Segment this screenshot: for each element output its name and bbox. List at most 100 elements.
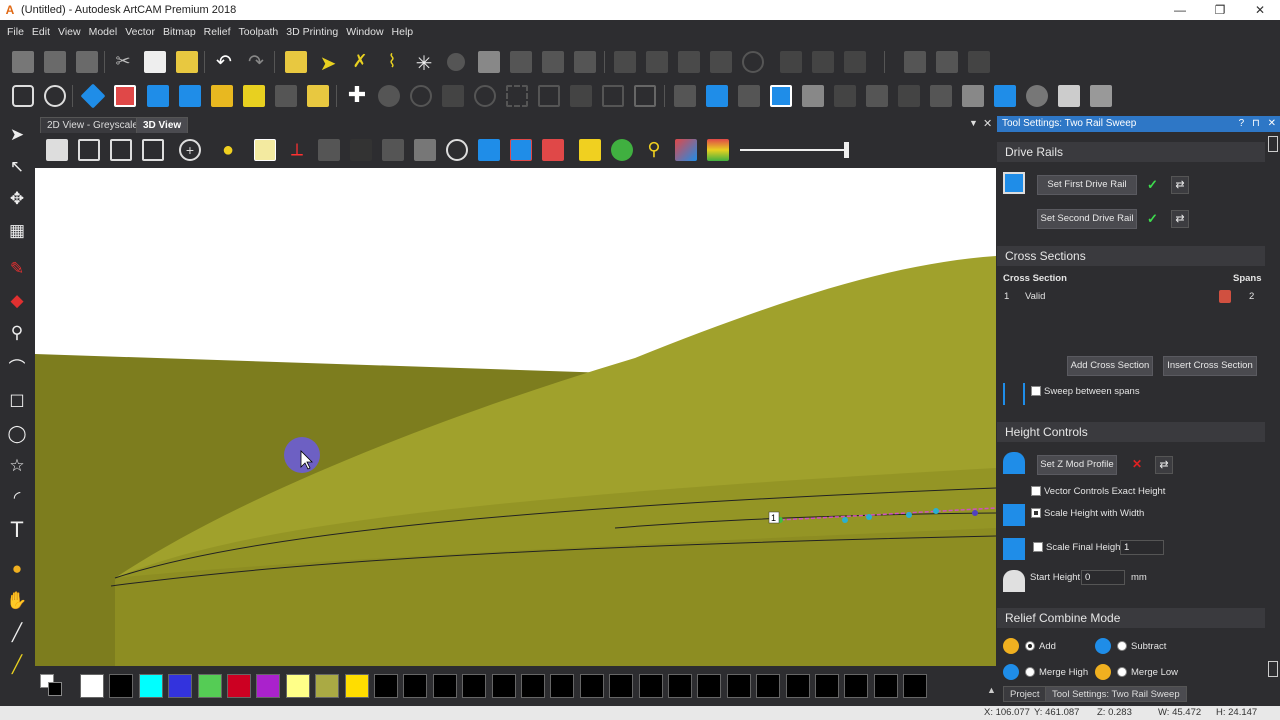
color-swatch[interactable]: [80, 674, 104, 698]
toolpath-simulate-icon[interactable]: [936, 51, 958, 73]
axes-icon[interactable]: ⟂: [286, 139, 308, 161]
tab-project[interactable]: Project: [1003, 686, 1047, 702]
add-cross-section-button[interactable]: Add Cross Section: [1067, 356, 1153, 376]
layer-flip-icon[interactable]: [930, 85, 952, 107]
combine-merge-high-radio[interactable]: [1025, 667, 1035, 677]
polyline-icon[interactable]: ⌒: [6, 358, 28, 380]
swap-z-mod-button[interactable]: ⇄: [1155, 456, 1173, 474]
scale-icon[interactable]: [646, 51, 668, 73]
view-search-icon[interactable]: ⚲: [643, 139, 665, 161]
import-vector-icon[interactable]: [285, 51, 307, 73]
color-swatch[interactable]: [609, 674, 634, 698]
rectangle-icon[interactable]: ☐: [6, 391, 28, 413]
align-icon[interactable]: [614, 51, 636, 73]
color-swatch[interactable]: [815, 674, 839, 698]
menu-help[interactable]: Help: [392, 26, 414, 38]
combine-add-radio[interactable]: [1025, 641, 1035, 651]
eraser-icon[interactable]: ◆: [6, 290, 28, 312]
relief-stack-icon[interactable]: [574, 51, 596, 73]
color-swatch[interactable]: [638, 674, 663, 698]
color-swatch[interactable]: [403, 674, 428, 698]
relief-shape-icon[interactable]: [478, 51, 500, 73]
two-rail-sweep-icon[interactable]: [179, 85, 201, 107]
rail-node[interactable]: [842, 517, 848, 523]
toolpath-icon[interactable]: [904, 51, 926, 73]
sweep-between-spans-checkbox[interactable]: [1031, 386, 1041, 396]
menu-window[interactable]: Window: [346, 26, 383, 38]
trim-vector-icon[interactable]: ✗: [349, 51, 371, 73]
draw-line-icon[interactable]: ╱: [6, 622, 28, 644]
color-swatch[interactable]: [873, 674, 898, 698]
lightbulb-icon[interactable]: ●: [217, 139, 239, 161]
view-iso-icon[interactable]: [46, 139, 68, 161]
tab-2d-view-greyscale[interactable]: 2D View - Greyscale: [40, 117, 145, 133]
rotate-icon[interactable]: [678, 51, 700, 73]
paste-icon[interactable]: [176, 51, 198, 73]
undo-icon[interactable]: ↶: [213, 51, 235, 73]
close-window-button[interactable]: ✕: [1240, 0, 1280, 20]
start-height-input[interactable]: 0: [1081, 570, 1125, 585]
relief-select-icon[interactable]: [634, 85, 656, 107]
relief-blue-icon[interactable]: [80, 83, 106, 109]
tabs-scroll-up-icon[interactable]: ▲: [987, 685, 996, 695]
scale-final-height-checkbox[interactable]: [1033, 542, 1043, 552]
grid-icon[interactable]: ▦: [6, 220, 28, 242]
text-tool-icon[interactable]: T: [6, 519, 28, 541]
layer-swap-icon[interactable]: [898, 85, 920, 107]
layer-blue-icon[interactable]: [706, 85, 728, 107]
combine-subtract-radio[interactable]: [1117, 641, 1127, 651]
eraser-relief-icon[interactable]: [114, 85, 136, 107]
combine-merge-low-radio[interactable]: [1117, 667, 1127, 677]
menu-model[interactable]: Model: [89, 26, 118, 38]
relief-ring-icon[interactable]: [410, 85, 432, 107]
tab-3d-view[interactable]: 3D View: [136, 117, 189, 133]
minimize-button[interactable]: —: [1160, 0, 1200, 20]
zoom-extents-icon[interactable]: [44, 85, 66, 107]
color-swatch[interactable]: [374, 674, 398, 698]
scale-final-height-input[interactable]: 1: [1120, 540, 1164, 555]
layer-blue-2-icon[interactable]: [994, 85, 1016, 107]
menu-3d-printing[interactable]: 3D Printing: [286, 26, 338, 38]
circle-tool-icon[interactable]: [742, 51, 764, 73]
layer-down-icon[interactable]: [674, 85, 696, 107]
maximize-button[interactable]: ❐: [1200, 0, 1240, 20]
save-icon[interactable]: [76, 51, 98, 73]
rail-node[interactable]: [906, 512, 912, 518]
help-button[interactable]: ?: [1239, 118, 1245, 129]
layer-flat-icon[interactable]: [738, 85, 760, 107]
color-swatch[interactable]: [315, 674, 340, 698]
color-swatch[interactable]: [726, 674, 751, 698]
rail-node[interactable]: [866, 514, 872, 520]
color-swatch[interactable]: [756, 674, 781, 698]
panel-scrollbar-top[interactable]: [1268, 136, 1278, 152]
relief-spin-icon[interactable]: [474, 85, 496, 107]
insert-cross-section-button[interactable]: Insert Cross Section: [1163, 356, 1257, 376]
relief-folder-icon[interactable]: [307, 85, 329, 107]
redo-icon[interactable]: ↷: [245, 51, 267, 73]
relief-smooth-icon[interactable]: [275, 85, 297, 107]
3d-viewport[interactable]: 1: [35, 168, 996, 666]
view-front-icon[interactable]: [78, 139, 100, 161]
menu-bitmap[interactable]: Bitmap: [163, 26, 196, 38]
view-top-icon[interactable]: [142, 139, 164, 161]
relief-dome-icon[interactable]: [378, 85, 400, 107]
distribute-icon[interactable]: [780, 51, 802, 73]
color-swatch[interactable]: [462, 674, 487, 698]
cross-section-row[interactable]: 1 Valid 2: [997, 289, 1265, 305]
swap-first-rail-button[interactable]: ⇄: [1171, 176, 1189, 194]
vector-controls-exact-height-checkbox[interactable]: [1031, 486, 1041, 496]
select-arrow-icon[interactable]: ➤: [6, 124, 28, 146]
layer-merge-icon[interactable]: [834, 85, 856, 107]
open-folder-icon[interactable]: [44, 51, 66, 73]
view-block-icon[interactable]: [382, 139, 404, 161]
node-edit-icon[interactable]: ↖: [6, 156, 28, 178]
color-swatch[interactable]: [344, 674, 369, 698]
pattern-icon[interactable]: [812, 51, 834, 73]
material-icon[interactable]: [254, 139, 276, 161]
color-swatch[interactable]: [227, 674, 251, 698]
color-swatch[interactable]: [168, 674, 193, 698]
close-panel-button[interactable]: ✕: [1268, 118, 1276, 129]
scale-height-with-width-checkbox[interactable]: [1031, 508, 1041, 518]
view-yellow-icon[interactable]: [579, 139, 601, 161]
menu-relief[interactable]: Relief: [204, 26, 231, 38]
